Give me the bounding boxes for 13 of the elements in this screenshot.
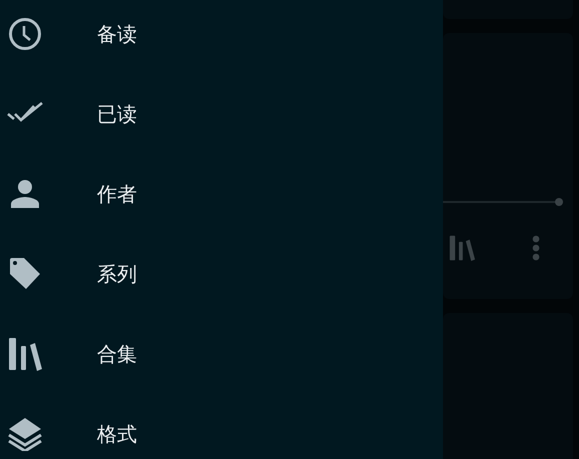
drawer-item[interactable]: 合集 (0, 314, 443, 394)
tag-icon (8, 257, 42, 291)
person-icon (10, 180, 40, 208)
more-icon[interactable] (532, 235, 540, 261)
books-icon (449, 234, 475, 262)
layers-icon (8, 417, 42, 451)
books-icon (8, 337, 42, 371)
drawer-item[interactable]: 系列 (0, 234, 443, 314)
drawer-item[interactable]: 已读 (0, 74, 443, 154)
drawer-item[interactable]: 格式 (0, 394, 443, 459)
clock-icon (8, 17, 42, 51)
drawer-item[interactable]: 作者 (0, 154, 443, 234)
drawer-item[interactable]: 备读 (0, 0, 443, 74)
